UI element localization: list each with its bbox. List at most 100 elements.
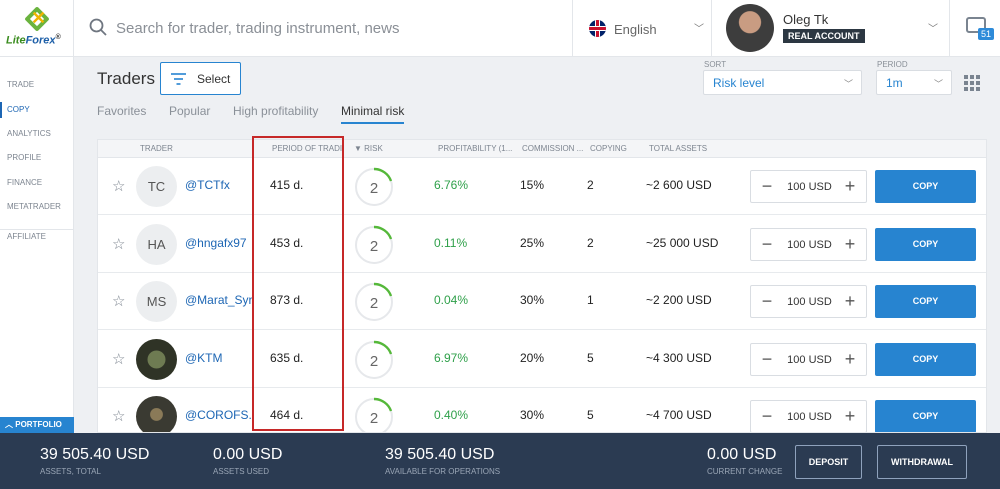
select-button[interactable]: Select	[160, 62, 241, 95]
total-assets-value: ~25 000 USD	[646, 235, 719, 250]
header-commission[interactable]: COMMISSION ...	[522, 144, 584, 153]
total-assets-value: ~4 700 USD	[646, 408, 712, 422]
plus-icon[interactable]: +	[840, 234, 860, 254]
sidebar-item-trade[interactable]: TRADE	[0, 77, 74, 93]
grid-view-icon[interactable]	[964, 75, 980, 91]
amount-value[interactable]: 100 USD	[781, 411, 838, 423]
header-profitability[interactable]: PROFITABILITY (1...	[438, 144, 518, 153]
minus-icon[interactable]: −	[757, 291, 777, 311]
commission-value: 15%	[520, 178, 545, 192]
plus-icon[interactable]: +	[840, 176, 860, 196]
favorite-star-icon[interactable]: ☆	[112, 235, 125, 253]
available-value: 39 505.40 USD	[385, 446, 495, 463]
logo[interactable]: ✕ LiteForex®	[0, 0, 74, 57]
plus-icon[interactable]: +	[840, 291, 860, 311]
tab-high-profitability[interactable]: High profitability	[233, 104, 318, 118]
sort-value: Risk level	[713, 76, 765, 90]
trader-handle-link[interactable]: @hngafx97	[185, 236, 253, 250]
amount-stepper[interactable]: −100 USD +	[750, 342, 867, 376]
header-copying[interactable]: COPYING	[590, 144, 627, 153]
minus-icon[interactable]: −	[757, 176, 777, 196]
current-change-label: CURRENT CHANGE	[707, 467, 783, 476]
tab-favorites[interactable]: Favorites	[97, 104, 146, 118]
available-label: AVAILABLE FOR OPERATIONS	[385, 467, 501, 476]
trader-avatar[interactable]: TC	[136, 166, 177, 207]
commission-value: 30%	[520, 408, 545, 422]
portfolio-toggle[interactable]: ︿ PORTFOLIO	[0, 417, 74, 433]
trader-handle-link[interactable]: @COROFS...	[185, 408, 253, 422]
amount-stepper[interactable]: −100 USD +	[750, 170, 867, 203]
copy-button[interactable]: COPY	[875, 285, 976, 318]
header-total-assets[interactable]: TOTAL ASSETS	[649, 144, 707, 153]
favorite-star-icon[interactable]: ☆	[112, 350, 125, 368]
amount-stepper[interactable]: −100 USD +	[750, 400, 867, 432]
table-row[interactable]: ☆ HA @hngafx97 453 d. 2 0.11% 25% 2 ~25 000 USD −…	[98, 216, 986, 273]
table-row[interactable]: ☆ TC @TCTfx 415 d. 2 6.76% 15% 2 ~2 600 USD −100 …	[98, 158, 986, 215]
current-change-value: 0.00 USD	[707, 446, 777, 463]
trader-handle-link[interactable]: @TCTfx	[185, 178, 253, 192]
risk-value: 2	[370, 295, 378, 312]
commission-value: 20%	[520, 350, 545, 365]
header-trader[interactable]: TRADER	[140, 144, 173, 153]
assets-total-value: 39 505.40 USD	[40, 446, 150, 463]
plus-icon[interactable]: +	[840, 349, 860, 369]
sidebar-item-metatrader[interactable]: METATRADER	[0, 199, 74, 215]
minus-icon[interactable]: −	[757, 234, 777, 254]
table-row[interactable]: ☆ MS @Marat_Syr 873 d. 2 0.04% 30% 1 ~2 200 USD −…	[98, 273, 986, 330]
amount-stepper[interactable]: −100 USD +	[750, 227, 867, 261]
header-period[interactable]: PERIOD OF TRADI...	[272, 144, 344, 153]
header-risk[interactable]: ▼ RISK	[354, 144, 383, 153]
favorite-star-icon[interactable]: ☆	[112, 292, 125, 310]
tab-popular[interactable]: Popular	[169, 104, 210, 118]
amount-value[interactable]: 100 USD	[781, 239, 838, 251]
minus-icon[interactable]: −	[757, 349, 777, 369]
trader-avatar[interactable]: HA	[136, 223, 177, 265]
chevron-down-icon: ﹀	[928, 24, 938, 35]
trader-handle-link[interactable]: @KTM	[185, 351, 253, 365]
period-dropdown[interactable]: 1m ﹀	[876, 70, 952, 95]
sidebar-item-finance[interactable]: FINANCE	[0, 175, 74, 191]
trader-avatar[interactable]	[136, 396, 177, 432]
sidebar-item-copy[interactable]: COPY	[0, 102, 74, 118]
copy-button[interactable]: COPY	[875, 227, 976, 261]
traders-table: TRADER PERIOD OF TRADI... ▼ RISK PROFITA…	[97, 139, 987, 433]
minus-icon[interactable]: −	[757, 406, 777, 426]
sidebar-item-affiliate[interactable]: AFFILIATE	[0, 229, 74, 245]
amount-value[interactable]: 100 USD	[781, 354, 838, 366]
amount-value[interactable]: 100 USD	[781, 181, 838, 193]
profitability-value: 0.11%	[434, 235, 468, 250]
profitability-value: 6.97%	[434, 350, 469, 365]
table-row[interactable]: ☆ @COROFS... 464 d. 2 0.40% 30% 5 ~4 700 USD −10…	[98, 388, 986, 432]
table-row[interactable]: ☆ @KTM 635 d. 2 6.97% 20% 5 ~4 300 USD −100 USD +…	[98, 331, 986, 388]
sort-dropdown[interactable]: Risk level ﹀	[703, 70, 862, 95]
profitability-value: 0.40%	[434, 408, 469, 422]
copy-button[interactable]: COPY	[875, 170, 976, 203]
trader-handle-link[interactable]: @Marat_Syr	[185, 293, 253, 307]
amount-value[interactable]: 100 USD	[781, 296, 838, 308]
favorite-star-icon[interactable]: ☆	[112, 177, 125, 195]
language-label: English	[614, 22, 657, 37]
favorite-star-icon[interactable]: ☆	[112, 407, 125, 425]
logo-x-icon: ✕	[31, 8, 47, 28]
copy-button[interactable]: COPY	[875, 400, 976, 432]
sort-label: SORT	[704, 60, 727, 69]
user-menu[interactable]: Oleg Tk REAL ACCOUNT ﹀	[712, 0, 950, 57]
tab-minimal-risk[interactable]: Minimal risk	[341, 104, 405, 124]
messages-button[interactable]: 51	[962, 14, 995, 44]
risk-gauge: 2	[355, 340, 393, 379]
copying-count: 1	[587, 293, 594, 307]
copying-count: 2	[587, 235, 594, 250]
copy-button[interactable]: COPY	[875, 342, 976, 376]
plus-icon[interactable]: +	[840, 406, 860, 426]
sidebar-item-analytics[interactable]: ANALYTICS	[0, 126, 74, 142]
search-input[interactable]	[116, 17, 556, 39]
copying-count: 5	[587, 350, 594, 365]
language-selector[interactable]: English ﹀	[572, 0, 712, 57]
trader-avatar[interactable]	[136, 338, 177, 380]
sidebar-item-profile[interactable]: PROFILE	[0, 150, 74, 166]
deposit-button[interactable]: DEPOSIT	[795, 445, 862, 479]
trader-avatar[interactable]: MS	[136, 281, 177, 322]
search-icon[interactable]	[89, 18, 107, 36]
amount-stepper[interactable]: −100 USD +	[750, 285, 867, 318]
withdrawal-button[interactable]: WITHDRAWAL	[877, 445, 967, 479]
